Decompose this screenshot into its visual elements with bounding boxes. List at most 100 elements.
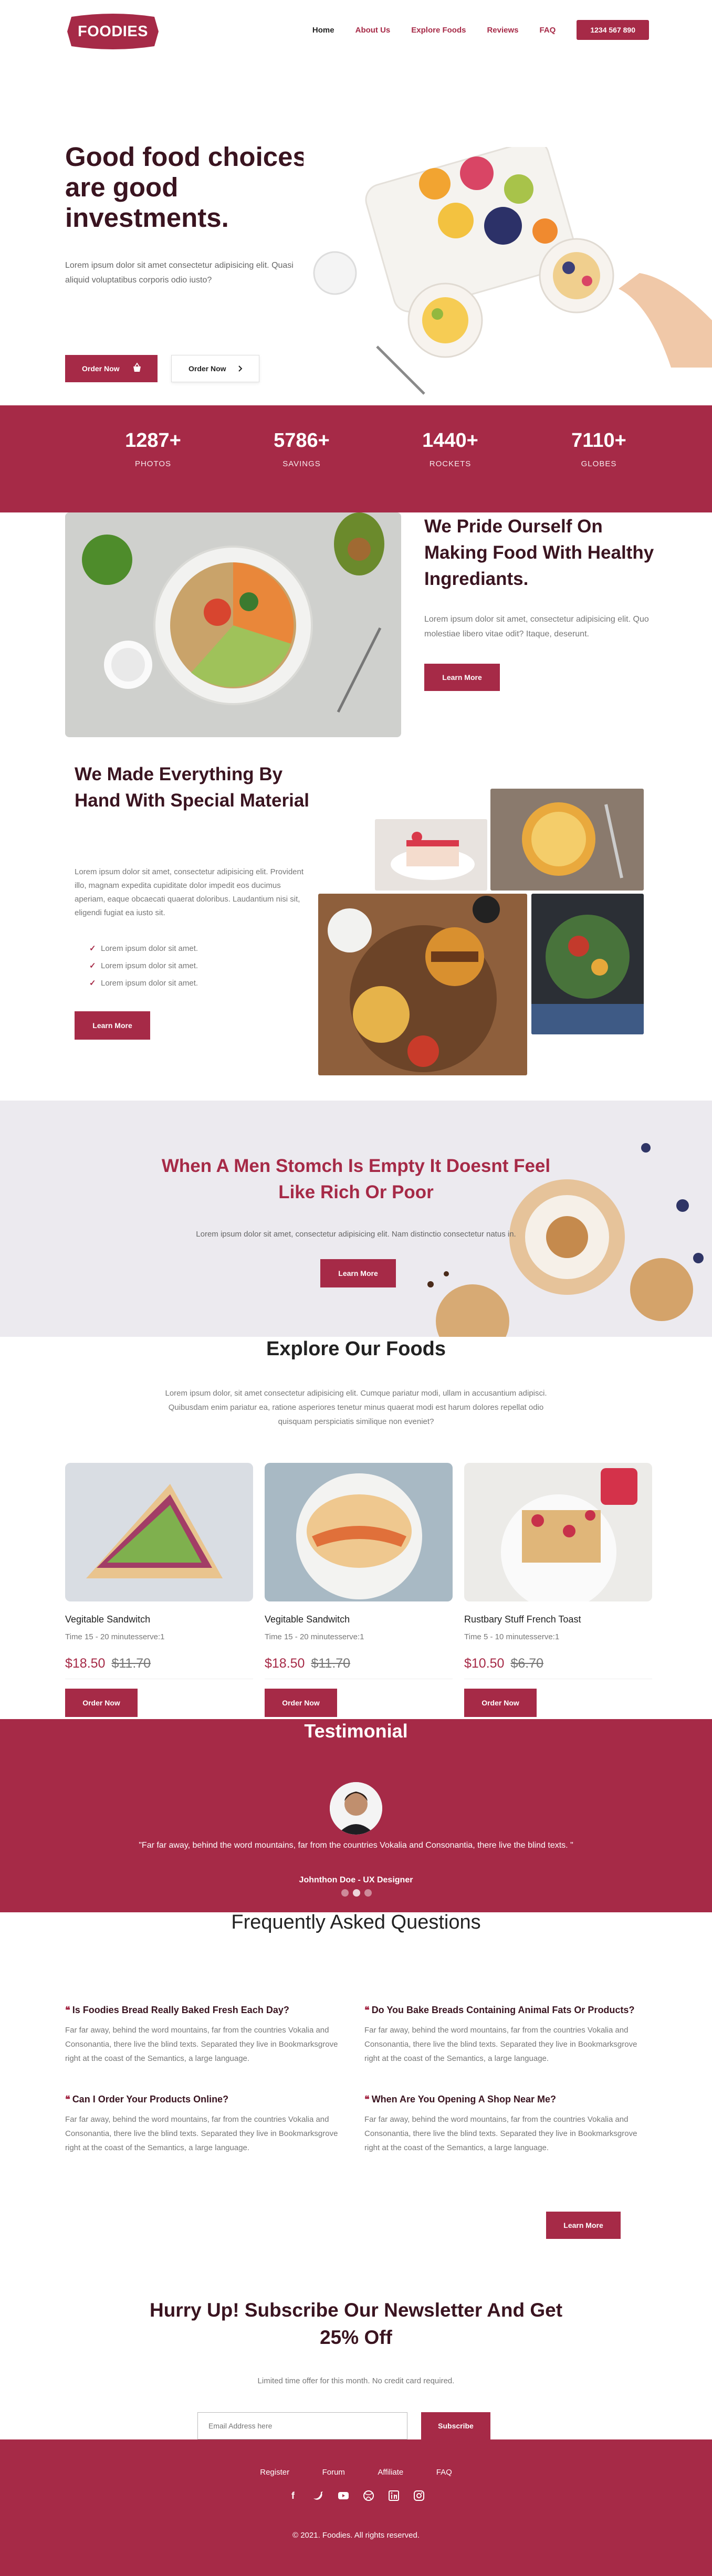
handmade-text: Lorem ipsum dolor sit amet, consectetur … (75, 867, 304, 917)
stat-label: GLOBES (581, 459, 617, 468)
nav-about-us[interactable]: About Us (355, 26, 391, 35)
footer-link-affiliate[interactable]: Affiliate (378, 2468, 403, 2477)
faq-answer: Far far away, behind the word mountains,… (65, 2115, 338, 2152)
logo-text: FOODIES (77, 23, 148, 40)
faq-item[interactable]: ❝ Is Foodies Bread Really Baked Fresh Eac… (65, 2005, 351, 2066)
food-card-time: Time 5 - 10 minutesserve:1 (464, 1632, 560, 1641)
carousel-dots (341, 1889, 376, 1897)
hero-order-now-secondary-button[interactable]: Order Now (171, 355, 259, 382)
checklist-item-text: Lorem ipsum dolor sit amet. (101, 979, 198, 988)
sandwich-image (265, 1463, 453, 1601)
french-toast-image (464, 1463, 652, 1601)
checklist-item: ✓ Lorem ipsum dolor sit amet. (89, 975, 198, 992)
basket-icon (132, 355, 142, 393)
stat-label: SAVINGS (282, 459, 321, 468)
handmade-checklist: ✓ Lorem ipsum dolor sit amet. ✓ Lorem ipsu… (89, 940, 198, 992)
chevron-right-icon (238, 355, 243, 392)
check-icon: ✓ (89, 944, 96, 953)
food-card: Vegitable Sandwitch Time 15 - 20 minutes… (265, 1463, 453, 1717)
nav-home[interactable]: Home (312, 26, 334, 35)
footer-link-faq[interactable]: FAQ (436, 2468, 452, 2477)
avatar (330, 1782, 382, 1835)
food-card-name: Rustbary Stuff French Toast (464, 1614, 581, 1625)
instagram-icon[interactable] (413, 2490, 425, 2501)
explore-title: Explore Our Foods (266, 1338, 446, 1360)
food-card-order-button[interactable]: Order Now (65, 1689, 138, 1717)
nav-reviews[interactable]: Reviews (487, 26, 518, 35)
food-card-time: Time 15 - 20 minutesserve:1 (265, 1632, 364, 1641)
faq-question-text: Can I Order Your Products Online? (72, 2094, 229, 2104)
testimonial-title: Testimonial (304, 1720, 408, 1742)
pride-text: Lorem ipsum dolor sit amet, consectetur … (424, 615, 649, 638)
price-old: $11.70 (311, 1656, 351, 1671)
hero-title: Good food choices are good investments. (65, 142, 308, 233)
faq-question-text: Do You Bake Breads Containing Animal Fat… (371, 2005, 635, 2015)
food-card-price: $18.50 $11.70 (265, 1656, 453, 1671)
faq-answer: Far far away, behind the word mountains,… (364, 2115, 637, 2152)
salad-image (531, 894, 644, 1034)
faq-question: ❝ When Are You Opening A Shop Near Me? (364, 2094, 651, 2105)
testimonial-quote: "Far far away, behind the word mountains… (139, 1841, 573, 1850)
header: FOODIES Home About Us Explore Foods Revi… (0, 0, 712, 58)
price-old: $6.70 (510, 1656, 544, 1671)
twitter-icon[interactable] (312, 2490, 324, 2501)
quote-icon: ❝ (65, 2094, 70, 2104)
dribbble-icon[interactable] (363, 2490, 374, 2501)
carousel-dot[interactable] (341, 1889, 349, 1897)
stat-globes: 7110+ GLOBES (525, 405, 673, 512)
faq-question: ❝ Can I Order Your Products Online? (65, 2094, 351, 2105)
social-links: f (0, 2490, 712, 2501)
carousel-dot-active[interactable] (353, 1889, 360, 1897)
food-card-name: Vegitable Sandwitch (65, 1614, 151, 1625)
linkedin-icon[interactable] (388, 2490, 400, 2501)
faq-question-text: When Are You Opening A Shop Near Me? (371, 2094, 557, 2104)
checklist-item: ✓ Lorem ipsum dolor sit amet. (89, 957, 198, 975)
stat-rockets: 1440+ ROCKETS (376, 405, 525, 512)
faq-answer: Far far away, behind the word mountains,… (65, 2026, 338, 2063)
youtube-icon[interactable] (338, 2490, 349, 2501)
food-card: Vegitable Sandwitch Time 15 - 20 minutes… (65, 1463, 253, 1717)
faq-item[interactable]: ❝ Do You Bake Breads Containing Animal Fa… (364, 2005, 651, 2066)
banner-text: Lorem ipsum dolor sit amet, consectetur … (196, 1230, 516, 1239)
footer-link-register[interactable]: Register (260, 2468, 289, 2477)
hero-order-now-secondary-label: Order Now (189, 364, 226, 373)
promo-banner: When A Men Stomch Is Empty It Doesnt Fee… (0, 1101, 712, 1337)
phone-button[interactable]: 1234 567 890 (577, 20, 649, 40)
faq-question: ❝ Is Foodies Bread Really Baked Fresh Eac… (65, 2005, 351, 2016)
facebook-icon[interactable]: f (287, 2490, 299, 2501)
banner-learn-more-button[interactable]: Learn More (320, 1259, 396, 1287)
faq-learn-more-button[interactable]: Learn More (546, 2212, 621, 2239)
hero-order-now-button[interactable]: Order Now (65, 355, 158, 382)
pride-learn-more-button[interactable]: Learn More (424, 664, 500, 691)
testimonial-section: Testimonial "Far far away, behind the wo… (0, 1719, 712, 1912)
checklist-item-text: Lorem ipsum dolor sit amet. (101, 944, 198, 953)
fast-food-platter-image (318, 894, 527, 1075)
tart-image (490, 789, 644, 891)
carousel-dot[interactable] (364, 1889, 372, 1897)
quote-icon: ❝ (364, 2005, 370, 2015)
faq-title: Frequently Asked Questions (231, 1911, 481, 1933)
handmade-learn-more-button[interactable]: Learn More (75, 1011, 150, 1040)
food-card-time: Time 15 - 20 minutesserve:1 (65, 1632, 165, 1641)
newsletter-title: Hurry Up! Subscribe Our Newsletter And G… (149, 2299, 563, 2348)
logo[interactable]: FOODIES (66, 14, 160, 49)
food-card-order-button[interactable]: Order Now (464, 1689, 537, 1717)
faq-item[interactable]: ❝ Can I Order Your Products Online? Far f… (65, 2094, 351, 2155)
subscribe-button[interactable]: Subscribe (421, 2412, 490, 2439)
nav-links: Home About Us Explore Foods Reviews FAQ … (312, 20, 649, 40)
faq-question-text: Is Foodies Bread Really Baked Fresh Each… (72, 2005, 289, 2015)
price-current: $10.50 (464, 1656, 505, 1671)
footer-link-forum[interactable]: Forum (322, 2468, 345, 2477)
stat-value: 7110+ (571, 430, 626, 452)
email-field[interactable] (197, 2412, 407, 2439)
stats-band: 1287+ PHOTOS 5786+ SAVINGS 1440+ ROCKETS… (0, 405, 712, 512)
nav-faq[interactable]: FAQ (540, 26, 556, 35)
explore-text: Lorem ipsum dolor, sit amet consectetur … (165, 1389, 547, 1426)
testimonial-author: Johnthon Doe - UX Designer (299, 1876, 413, 1884)
price-old: $11.70 (111, 1656, 151, 1671)
food-card-order-button[interactable]: Order Now (265, 1689, 337, 1717)
food-card-price: $10.50 $6.70 (464, 1656, 652, 1671)
stat-value: 1287+ (125, 430, 181, 452)
nav-explore-foods[interactable]: Explore Foods (411, 26, 466, 35)
faq-item[interactable]: ❝ When Are You Opening A Shop Near Me? Fa… (364, 2094, 651, 2155)
